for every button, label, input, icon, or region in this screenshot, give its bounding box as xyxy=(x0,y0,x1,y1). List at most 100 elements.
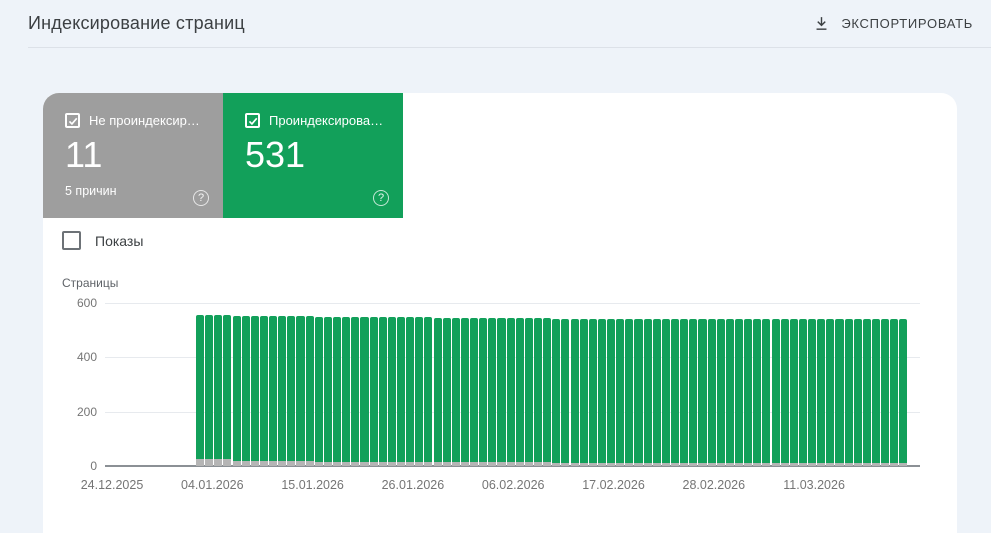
chart-bar[interactable] xyxy=(460,318,469,466)
chart-bar[interactable] xyxy=(323,317,332,466)
chart-bar[interactable] xyxy=(808,318,817,466)
stat-card-not-indexed[interactable]: Не проиндексир… 11 5 причин ? xyxy=(43,93,223,218)
chart-bar[interactable] xyxy=(424,317,433,466)
chart-bar[interactable] xyxy=(625,318,634,466)
chart-bar[interactable] xyxy=(607,318,616,466)
chart-bar[interactable] xyxy=(205,314,214,466)
chart-bar[interactable] xyxy=(278,316,287,466)
stat-card-indexed[interactable]: Проиндексирова… 531 ? xyxy=(223,93,403,218)
chart-bar[interactable] xyxy=(406,317,415,466)
impressions-checkbox[interactable] xyxy=(62,231,81,250)
chart-bar[interactable] xyxy=(415,317,424,466)
chart-bar[interactable] xyxy=(214,314,223,466)
chart-bar[interactable] xyxy=(543,318,552,466)
chart-bar[interactable] xyxy=(634,318,643,466)
chart-bar[interactable] xyxy=(689,318,698,466)
chart-bar[interactable] xyxy=(524,318,533,466)
chart-bar[interactable] xyxy=(342,317,351,466)
chart-bar[interactable] xyxy=(196,314,205,466)
chart-bar[interactable] xyxy=(871,318,881,466)
chart-bar[interactable] xyxy=(826,318,835,466)
chart-bar[interactable] xyxy=(597,318,607,466)
bar-segment-indexed xyxy=(269,316,278,461)
chart-bar[interactable] xyxy=(470,318,479,466)
chart-bar[interactable] xyxy=(241,316,250,466)
chart-plot: 0 200 400 600 24.12.2025 04.01.2026 15.01.2026… xyxy=(77,296,920,492)
chart-bar[interactable] xyxy=(497,318,506,466)
chart-bar[interactable] xyxy=(771,318,780,466)
chart-bar[interactable] xyxy=(652,318,661,466)
bar-segment-not-indexed xyxy=(278,460,287,466)
chart-bar[interactable] xyxy=(725,318,734,466)
chart-bar[interactable] xyxy=(378,317,387,466)
chart-bar[interactable] xyxy=(296,316,305,466)
chart-bar[interactable] xyxy=(616,318,625,466)
impressions-label: Показы xyxy=(95,232,144,249)
chart-bar[interactable] xyxy=(387,317,396,466)
chart-bar[interactable] xyxy=(798,318,807,466)
chart-bar[interactable] xyxy=(533,318,543,466)
chart-bar[interactable] xyxy=(588,318,597,466)
chart-bar[interactable] xyxy=(369,317,378,466)
chart-bar[interactable] xyxy=(734,318,744,466)
stat-card-value: 11 xyxy=(65,134,103,175)
chart-bar[interactable] xyxy=(442,318,451,466)
chart-bar[interactable] xyxy=(305,316,314,466)
chart-bar[interactable] xyxy=(488,318,497,466)
chart-bar[interactable] xyxy=(762,318,771,466)
chart-bar[interactable] xyxy=(835,318,844,466)
bar-segment-not-indexed xyxy=(205,458,214,466)
stat-card-header: Не проиндексир… xyxy=(43,93,223,128)
chart-bar[interactable] xyxy=(351,317,360,466)
chart-bar[interactable] xyxy=(707,318,716,466)
chart-bar[interactable] xyxy=(661,318,670,466)
chart-bar[interactable] xyxy=(853,318,862,466)
chart-bar[interactable] xyxy=(314,317,323,466)
chart-bar[interactable] xyxy=(643,318,652,466)
chart-bar[interactable] xyxy=(899,318,908,466)
chart-bar[interactable] xyxy=(890,318,899,466)
chart-bar[interactable] xyxy=(259,316,269,466)
chart-bar[interactable] xyxy=(817,318,826,466)
x-tick-label: 28.02.2026 xyxy=(682,478,746,492)
chart-bar[interactable] xyxy=(862,318,871,466)
chart-bar[interactable] xyxy=(287,316,296,466)
chart-bar[interactable] xyxy=(744,318,753,466)
chart-bar[interactable] xyxy=(451,318,460,466)
chart-bar[interactable] xyxy=(515,318,524,466)
bar-segment-not-indexed xyxy=(625,463,634,466)
chart-bar[interactable] xyxy=(671,318,680,466)
chart-bar[interactable] xyxy=(881,318,890,466)
bar-segment-not-indexed xyxy=(835,463,844,466)
chart-bar[interactable] xyxy=(753,318,762,466)
chart-bar[interactable] xyxy=(552,318,561,466)
chart-bar[interactable] xyxy=(396,317,406,466)
chart-bar[interactable] xyxy=(360,317,369,466)
bar-segment-indexed xyxy=(387,317,396,462)
help-icon[interactable]: ? xyxy=(373,190,389,206)
chart-bar[interactable] xyxy=(232,316,241,466)
export-button[interactable]: ЭКСПОРТИРОВАТЬ xyxy=(805,9,981,38)
impressions-toggle[interactable]: Показы xyxy=(62,231,143,250)
chart-bar[interactable] xyxy=(680,318,689,466)
chart-bar[interactable] xyxy=(333,317,342,466)
chart-bar[interactable] xyxy=(716,318,725,466)
not-indexed-checkbox[interactable] xyxy=(65,113,80,128)
chart-bar[interactable] xyxy=(250,316,259,466)
bar-segment-not-indexed xyxy=(470,462,479,466)
chart-bar[interactable] xyxy=(780,318,789,466)
indexed-checkbox[interactable] xyxy=(245,113,260,128)
bar-segment-not-indexed xyxy=(333,461,342,466)
chart-bar[interactable] xyxy=(579,318,588,466)
chart-bar[interactable] xyxy=(561,318,570,466)
chart-bar[interactable] xyxy=(223,314,232,466)
chart-bar[interactable] xyxy=(433,318,442,466)
chart-bar[interactable] xyxy=(506,318,515,466)
chart-bar[interactable] xyxy=(479,318,488,466)
chart-bar[interactable] xyxy=(844,318,853,466)
chart-bar[interactable] xyxy=(789,318,798,466)
chart-bar[interactable] xyxy=(570,318,579,466)
chart-bar[interactable] xyxy=(698,318,707,466)
chart-bar[interactable] xyxy=(269,316,278,466)
help-icon[interactable]: ? xyxy=(193,190,209,206)
